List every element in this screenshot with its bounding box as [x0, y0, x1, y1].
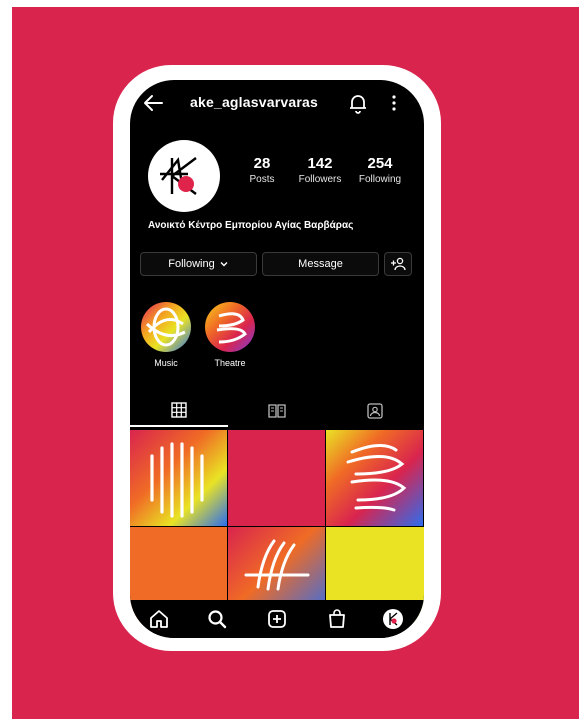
tab-tagged[interactable] — [326, 395, 424, 427]
tab-guides[interactable] — [228, 395, 326, 427]
posts-label: Posts — [249, 174, 275, 185]
bottom-nav — [130, 600, 424, 638]
highlight-music-label: Music — [154, 358, 178, 368]
following-button-label: Following — [168, 258, 215, 270]
grid-icon — [171, 402, 187, 418]
profile-tabs — [130, 395, 424, 427]
back-arrow-icon[interactable] — [142, 92, 164, 114]
message-button-label: Message — [298, 258, 343, 270]
bell-icon[interactable] — [348, 92, 368, 114]
following-button[interactable]: Following — [140, 252, 257, 276]
profile-display-name: Ανοικτό Κέντρο Εμπορίου Αγίας Βαρβάρας — [148, 220, 354, 231]
followers-label: Followers — [298, 174, 342, 185]
posts-count: 28 — [253, 155, 271, 172]
following-count: 254 — [367, 155, 393, 172]
highlight-theatre[interactable]: Theatre — [202, 302, 258, 368]
create-icon[interactable] — [266, 608, 288, 630]
posts-grid — [130, 430, 424, 623]
search-icon[interactable] — [206, 608, 228, 630]
chevron-down-icon — [220, 262, 228, 267]
followers-stat[interactable]: 142 Followers — [290, 155, 350, 185]
more-options-icon[interactable] — [390, 92, 398, 114]
suggest-people-button[interactable] — [384, 252, 412, 276]
followers-count: 142 — [307, 155, 333, 172]
tab-grid[interactable] — [130, 395, 228, 427]
following-stat[interactable]: 254 Following — [350, 155, 410, 185]
shop-icon[interactable] — [326, 608, 348, 630]
highlight-theatre-cover — [205, 302, 255, 352]
profile-username: ake_aglasvarvaras — [190, 94, 318, 110]
post-tile[interactable] — [130, 430, 227, 526]
profile-avatar-icon[interactable] — [382, 608, 404, 630]
phone-screen: ake_aglasvarvaras 28 Posts 142 Followers… — [130, 80, 424, 638]
message-button[interactable]: Message — [262, 252, 379, 276]
following-label: Following — [358, 174, 402, 185]
highlight-theatre-label: Theatre — [214, 358, 246, 368]
post-tile[interactable] — [326, 430, 423, 526]
highlight-music-cover — [141, 302, 191, 352]
home-icon[interactable] — [148, 608, 170, 630]
tagged-icon — [367, 403, 383, 419]
posts-stat[interactable]: 28 Posts — [232, 155, 292, 185]
highlight-music[interactable]: Music — [138, 302, 194, 368]
reels-book-icon — [268, 404, 286, 418]
post-tile[interactable] — [228, 430, 325, 526]
profile-header: ake_aglasvarvaras — [130, 80, 424, 126]
ake-logo-icon — [150, 142, 218, 210]
add-person-icon — [391, 257, 406, 271]
profile-avatar[interactable] — [148, 140, 220, 212]
